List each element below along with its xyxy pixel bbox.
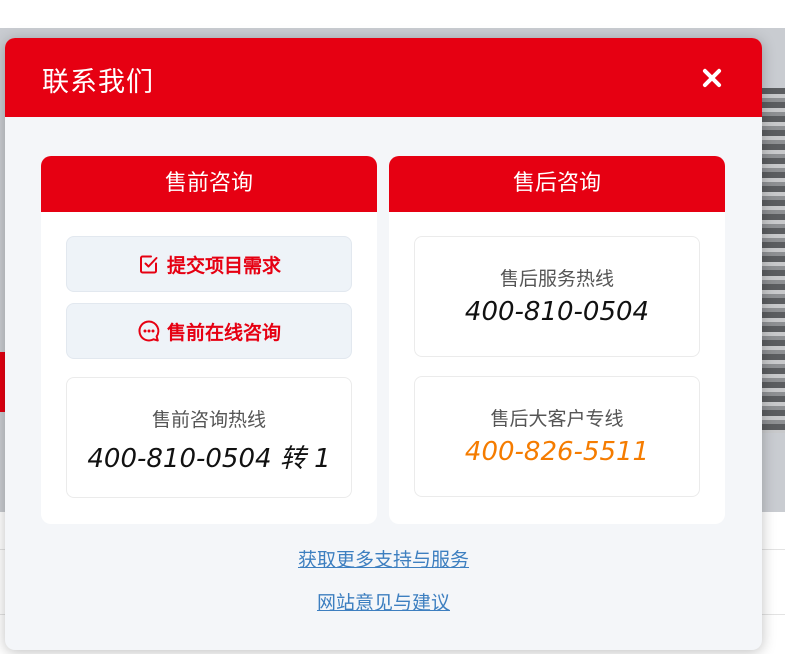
presale-hotline-box: 售前咨询热线 400-810-0504 转 1 xyxy=(66,377,352,498)
feedback-link[interactable]: 网站意见与建议 xyxy=(5,588,762,615)
chat-bubble-icon xyxy=(137,319,161,343)
aftersale-vip-box: 售后大客户专线 400-826-5511 xyxy=(414,376,700,497)
page-top-bar xyxy=(0,0,785,28)
support-services-link[interactable]: 获取更多支持与服务 xyxy=(5,545,762,572)
presale-hotline-label: 售前咨询热线 xyxy=(151,409,266,431)
aftersale-heading: 售后咨询 xyxy=(389,156,725,212)
aftersale-card: 售后咨询 售后服务热线 400-810-0504 售后大客户专线 400-826… xyxy=(389,156,725,524)
aftersale-service-label: 售后服务热线 xyxy=(499,268,614,290)
close-icon[interactable] xyxy=(694,60,730,96)
aftersale-vip-label: 售后大客户专线 xyxy=(490,408,624,430)
submit-project-button[interactable]: 提交项目需求 xyxy=(66,236,352,292)
online-consult-label: 售前在线咨询 xyxy=(166,321,281,344)
submit-project-label: 提交项目需求 xyxy=(166,254,281,277)
presale-heading: 售前咨询 xyxy=(41,156,377,212)
online-consult-button[interactable]: 售前在线咨询 xyxy=(66,303,352,359)
presale-card: 售前咨询 提交项目需求 售前在线咨询 售前咨询热线 400-810-0504 转… xyxy=(41,156,377,524)
checklist-icon xyxy=(137,252,161,276)
aftersale-service-box: 售后服务热线 400-810-0504 xyxy=(414,236,700,357)
aftersale-service-number[interactable]: 400-810-0504 xyxy=(415,297,699,327)
contact-modal: 联系我们 售前咨询 提交项目需求 售前在线咨询 售前咨询热线 400-810-0… xyxy=(5,38,762,650)
aftersale-vip-number[interactable]: 400-826-5511 xyxy=(415,437,699,467)
banner-server-rack-image xyxy=(760,88,785,433)
modal-header: 联系我们 xyxy=(5,38,762,117)
presale-hotline-number[interactable]: 400-810-0504 转 1 xyxy=(67,438,351,475)
modal-title: 联系我们 xyxy=(42,67,154,98)
